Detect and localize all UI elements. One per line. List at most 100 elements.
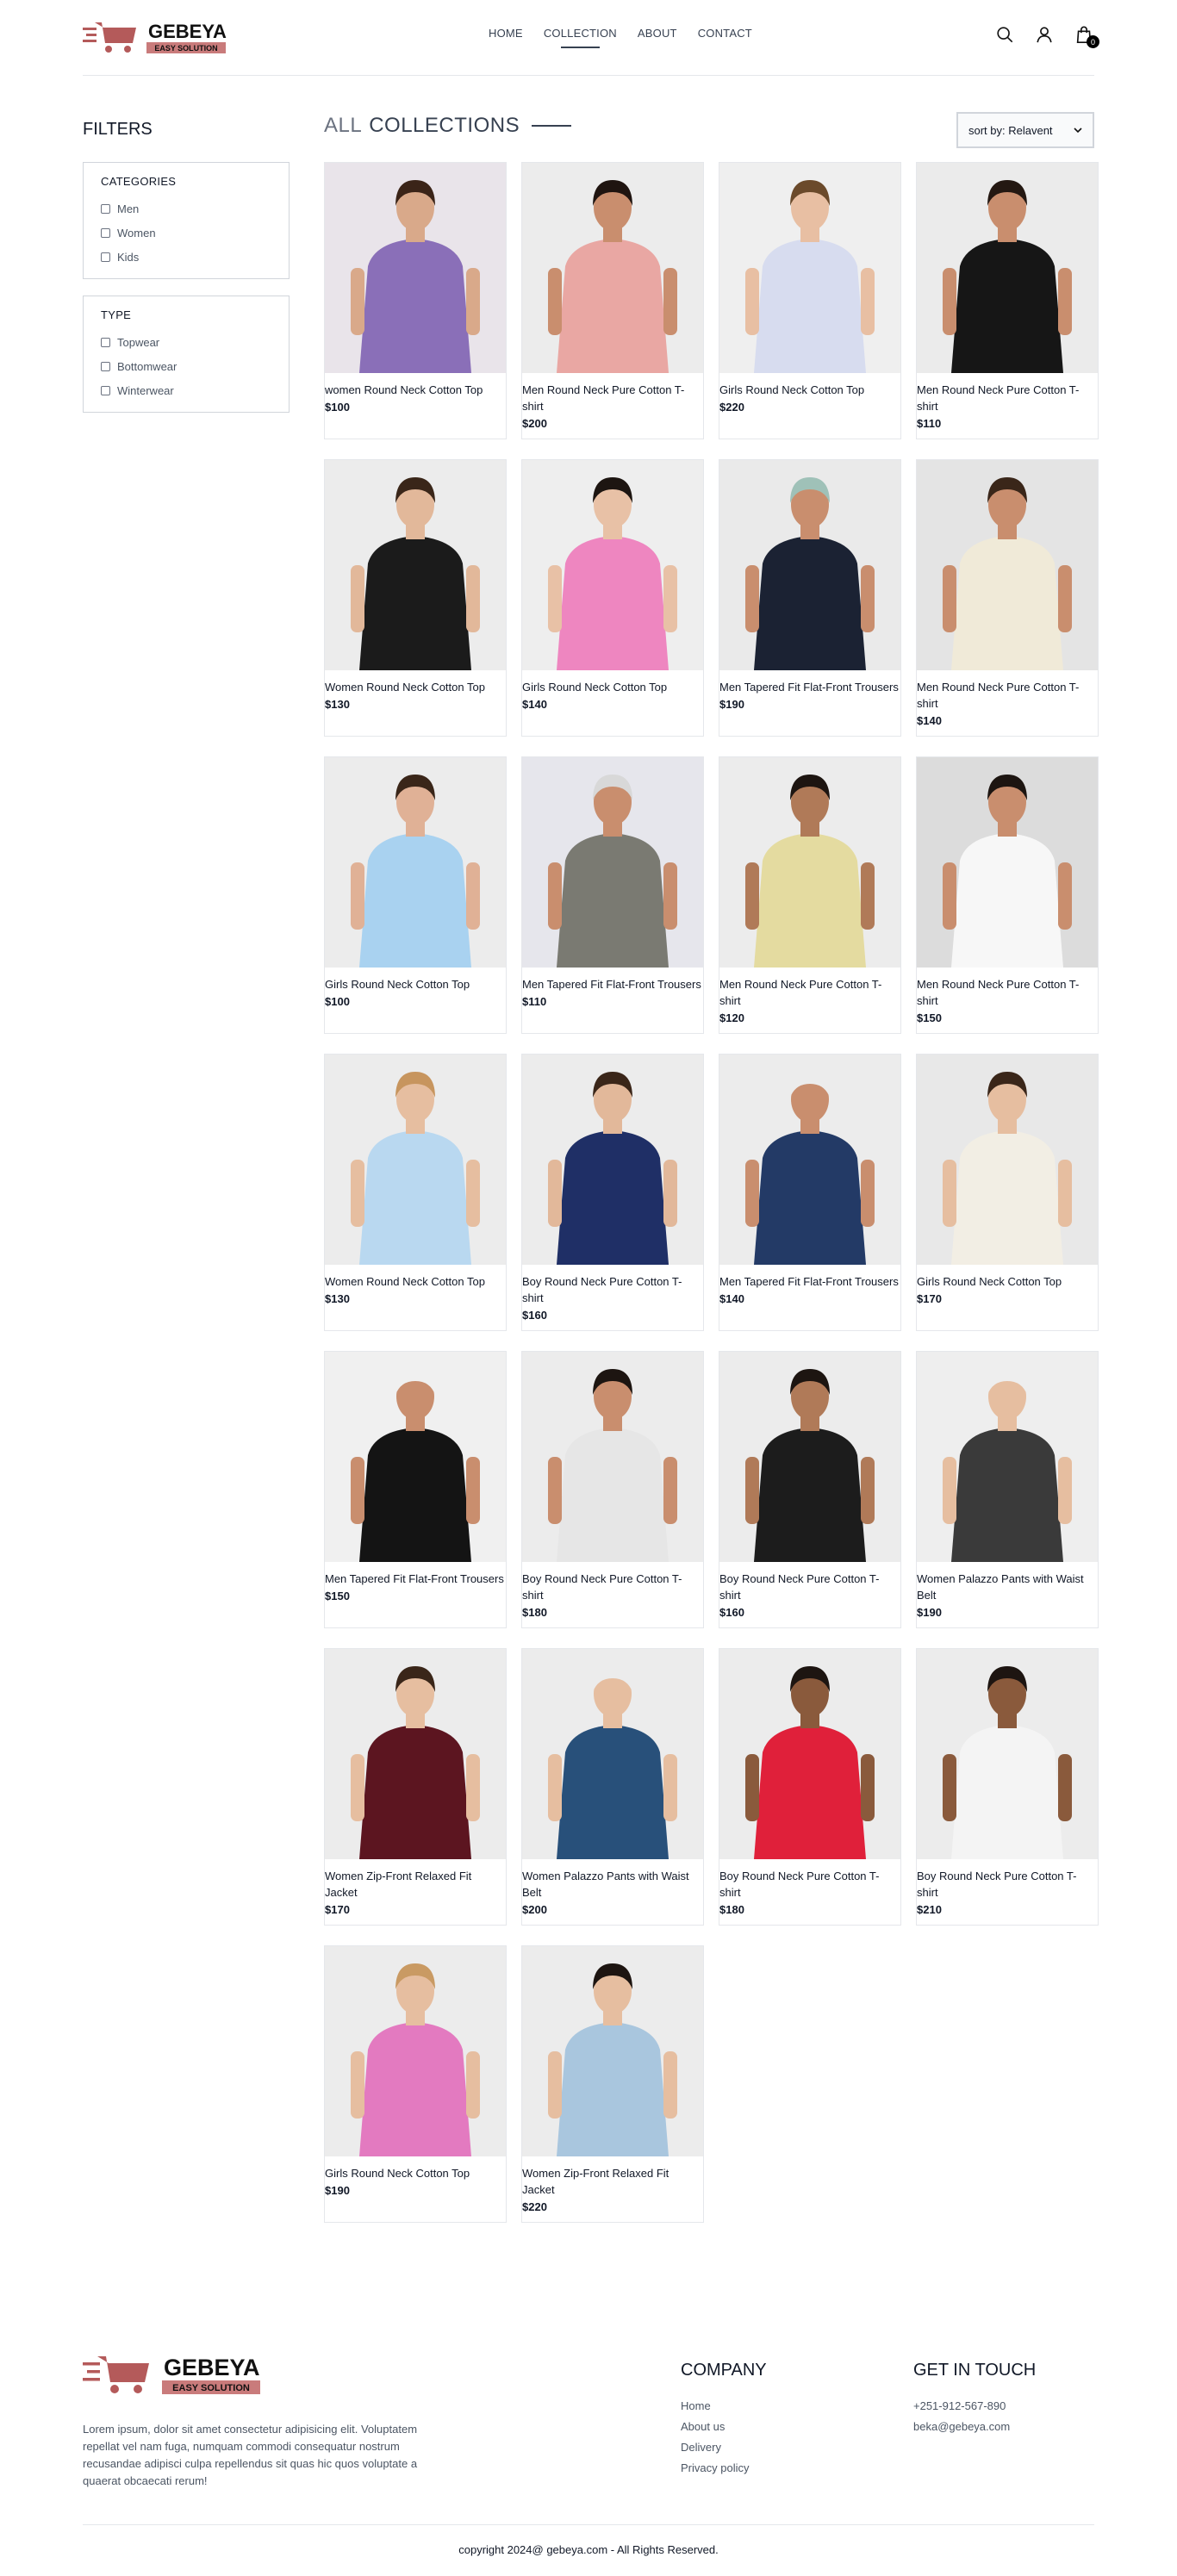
product-card[interactable]: Men Round Neck Pure Cotton T-shirt $110: [916, 162, 1099, 439]
product-card[interactable]: Girls Round Neck Cotton Top $190: [324, 1945, 507, 2223]
product-card[interactable]: Boy Round Neck Pure Cotton T-shirt $180: [719, 1648, 901, 1926]
product-name[interactable]: Men Tapered Fit Flat-Front Trousers: [522, 968, 703, 992]
checkbox[interactable]: [101, 252, 110, 262]
product-name[interactable]: Women Zip-Front Relaxed Fit Jacket: [325, 1859, 506, 1901]
product-name[interactable]: Men Round Neck Pure Cotton T-shirt: [917, 373, 1098, 414]
contact-email[interactable]: beka@gebeya.com: [913, 2417, 1036, 2437]
profile-icon[interactable]: [1034, 24, 1055, 45]
search-icon[interactable]: [994, 24, 1015, 45]
product-image[interactable]: [719, 460, 900, 670]
nav-home[interactable]: HOME: [489, 27, 523, 40]
product-name[interactable]: Boy Round Neck Pure Cotton T-shirt: [917, 1859, 1098, 1901]
product-card[interactable]: Women Round Neck Cotton Top $130: [324, 1054, 507, 1331]
product-name[interactable]: Boy Round Neck Pure Cotton T-shirt: [719, 1562, 900, 1603]
product-image[interactable]: [719, 1352, 900, 1562]
product-image[interactable]: [522, 757, 703, 968]
checkbox[interactable]: [101, 385, 110, 395]
product-image[interactable]: [522, 1352, 703, 1562]
product-card[interactable]: Girls Round Neck Cotton Top $100: [324, 756, 507, 1034]
product-name[interactable]: Women Palazzo Pants with Waist Belt: [917, 1562, 1098, 1603]
product-card[interactable]: Boy Round Neck Pure Cotton T-shirt $160: [521, 1054, 704, 1331]
product-card[interactable]: Men Tapered Fit Flat-Front Trousers $140: [719, 1054, 901, 1331]
product-name[interactable]: Men Round Neck Pure Cotton T-shirt: [719, 968, 900, 1009]
product-card[interactable]: women Round Neck Cotton Top $100: [324, 162, 507, 439]
checkbox[interactable]: [101, 203, 110, 214]
footer-logo[interactable]: GEBEYA EASY SOLUTION: [83, 2350, 264, 2399]
product-image[interactable]: [522, 1055, 703, 1265]
product-image[interactable]: [522, 460, 703, 670]
sort-select[interactable]: sort by: Relavent: [956, 112, 1094, 148]
product-name[interactable]: Women Palazzo Pants with Waist Belt: [522, 1859, 703, 1901]
product-card[interactable]: Boy Round Neck Pure Cotton T-shirt $160: [719, 1351, 901, 1628]
nav-collection[interactable]: COLLECTION: [544, 27, 617, 48]
product-image[interactable]: [917, 163, 1098, 373]
product-card[interactable]: Women Palazzo Pants with Waist Belt $190: [916, 1351, 1099, 1628]
nav-contact[interactable]: CONTACT: [698, 27, 752, 40]
product-name[interactable]: Girls Round Neck Cotton Top: [325, 968, 506, 992]
product-image[interactable]: [917, 757, 1098, 968]
product-name[interactable]: Girls Round Neck Cotton Top: [325, 2156, 506, 2181]
product-name[interactable]: Boy Round Neck Pure Cotton T-shirt: [522, 1562, 703, 1603]
filter-option-bottomwear[interactable]: Bottomwear: [101, 354, 271, 378]
product-image[interactable]: [917, 1352, 1098, 1562]
product-card[interactable]: Women Zip-Front Relaxed Fit Jacket $170: [324, 1648, 507, 1926]
product-card[interactable]: Boy Round Neck Pure Cotton T-shirt $210: [916, 1648, 1099, 1926]
filters-title[interactable]: FILTERS: [83, 120, 153, 140]
product-card[interactable]: Girls Round Neck Cotton Top $140: [521, 459, 704, 737]
checkbox[interactable]: [101, 361, 110, 371]
product-image[interactable]: [917, 1649, 1098, 1859]
product-name[interactable]: Girls Round Neck Cotton Top: [917, 1265, 1098, 1290]
product-image[interactable]: [325, 1055, 506, 1265]
product-card[interactable]: Men Round Neck Pure Cotton T-shirt $200: [521, 162, 704, 439]
product-name[interactable]: Men Round Neck Pure Cotton T-shirt: [917, 968, 1098, 1009]
filter-option-kids[interactable]: Kids: [101, 245, 271, 269]
product-name[interactable]: Men Tapered Fit Flat-Front Trousers: [719, 670, 900, 695]
checkbox[interactable]: [101, 337, 110, 347]
product-name[interactable]: Men Round Neck Pure Cotton T-shirt: [522, 373, 703, 414]
nav-about[interactable]: ABOUT: [638, 27, 677, 40]
product-card[interactable]: Men Round Neck Pure Cotton T-shirt $150: [916, 756, 1099, 1034]
product-card[interactable]: Men Tapered Fit Flat-Front Trousers $110: [521, 756, 704, 1034]
product-image[interactable]: [325, 757, 506, 968]
product-image[interactable]: [719, 163, 900, 373]
product-image[interactable]: [325, 1649, 506, 1859]
product-image[interactable]: [522, 1649, 703, 1859]
product-image[interactable]: [325, 460, 506, 670]
product-name[interactable]: women Round Neck Cotton Top: [325, 373, 506, 398]
product-image[interactable]: [522, 1946, 703, 2156]
footer-link-privacy[interactable]: Privacy policy: [681, 2458, 767, 2479]
product-image[interactable]: [719, 1055, 900, 1265]
filter-option-women[interactable]: Women: [101, 221, 271, 245]
product-card[interactable]: Men Round Neck Pure Cotton T-shirt $120: [719, 756, 901, 1034]
product-card[interactable]: Girls Round Neck Cotton Top $220: [719, 162, 901, 439]
product-card[interactable]: Men Tapered Fit Flat-Front Trousers $190: [719, 459, 901, 737]
product-card[interactable]: Women Round Neck Cotton Top $130: [324, 459, 507, 737]
product-image[interactable]: [325, 1352, 506, 1562]
product-card[interactable]: Men Round Neck Pure Cotton T-shirt $140: [916, 459, 1099, 737]
product-card[interactable]: Boy Round Neck Pure Cotton T-shirt $180: [521, 1351, 704, 1628]
product-name[interactable]: Boy Round Neck Pure Cotton T-shirt: [522, 1265, 703, 1306]
filter-option-men[interactable]: Men: [101, 196, 271, 221]
footer-link-about[interactable]: About us: [681, 2417, 767, 2437]
product-card[interactable]: Women Palazzo Pants with Waist Belt $200: [521, 1648, 704, 1926]
product-name[interactable]: Women Round Neck Cotton Top: [325, 670, 506, 695]
product-name[interactable]: Women Round Neck Cotton Top: [325, 1265, 506, 1290]
product-name[interactable]: Girls Round Neck Cotton Top: [522, 670, 703, 695]
footer-link-home[interactable]: Home: [681, 2396, 767, 2417]
product-name[interactable]: Men Tapered Fit Flat-Front Trousers: [325, 1562, 506, 1587]
product-image[interactable]: [325, 163, 506, 373]
product-name[interactable]: Men Tapered Fit Flat-Front Trousers: [719, 1265, 900, 1290]
product-image[interactable]: [719, 1649, 900, 1859]
product-image[interactable]: [917, 1055, 1098, 1265]
cart-icon[interactable]: 0: [1074, 24, 1099, 48]
filter-option-topwear[interactable]: Topwear: [101, 330, 271, 354]
product-image[interactable]: [917, 460, 1098, 670]
product-card[interactable]: Women Zip-Front Relaxed Fit Jacket $220: [521, 1945, 704, 2223]
product-name[interactable]: Boy Round Neck Pure Cotton T-shirt: [719, 1859, 900, 1901]
product-image[interactable]: [522, 163, 703, 373]
brand-logo[interactable]: GEBEYA EASY SOLUTION: [83, 17, 229, 57]
checkbox[interactable]: [101, 227, 110, 238]
contact-phone[interactable]: +251-912-567-890: [913, 2396, 1036, 2417]
product-image[interactable]: [719, 757, 900, 968]
product-name[interactable]: Girls Round Neck Cotton Top: [719, 373, 900, 398]
